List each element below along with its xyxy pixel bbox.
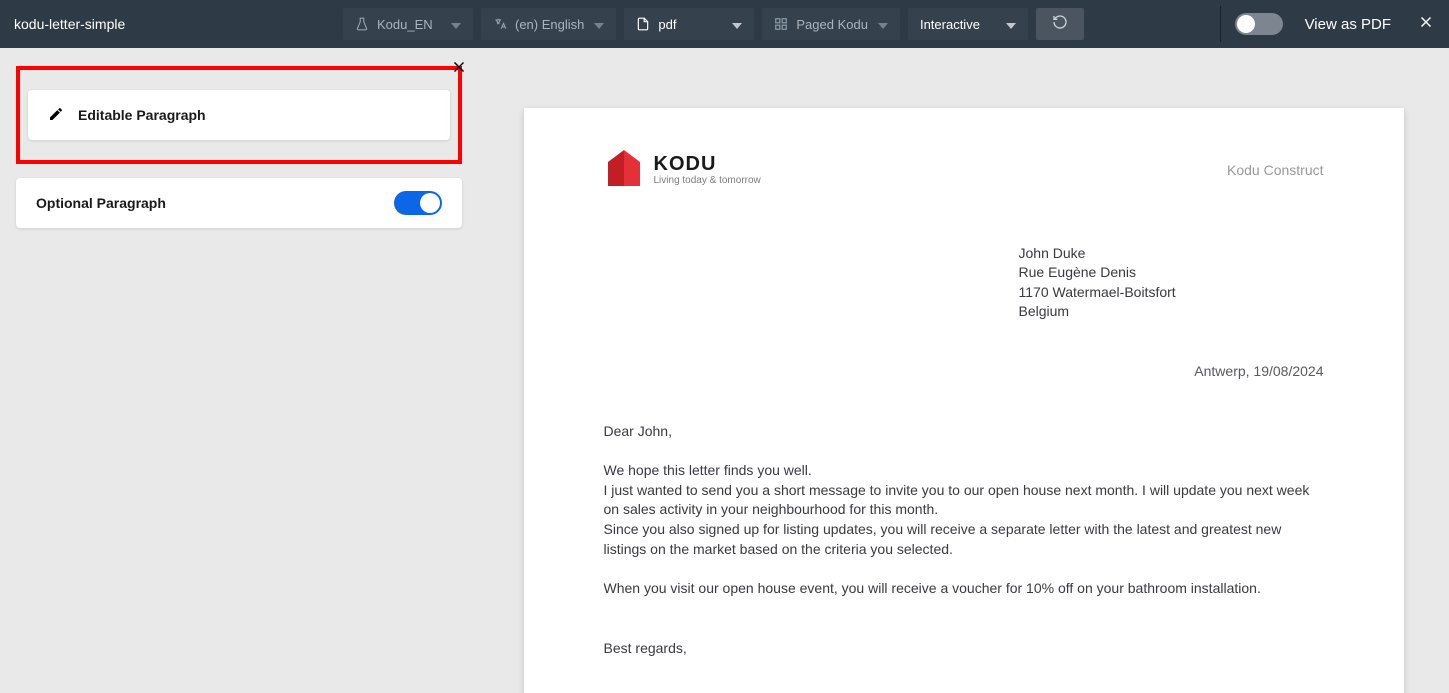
sidebar-panel: Editable Paragraph Optional Paragraph [0,48,478,693]
top-toolbar: kodu-letter-simple Kodu_EN (en) English [0,0,1449,48]
mode-dropdown[interactable]: Interactive [908,8,1028,40]
document-preview-area[interactable]: KODU Living today & tomorrow Kodu Constr… [478,48,1449,693]
profile-dropdown[interactable]: Kodu_EN [343,8,473,40]
flask-icon [355,17,369,31]
view-pdf-label: View as PDF [1305,16,1391,33]
close-icon [1417,13,1435,36]
recipient-name: John Duke [1019,244,1324,264]
chevron-down-icon [1006,17,1016,32]
p1-line3: Since you also signed up for listing upd… [604,520,1324,559]
logo-tagline: Living today & tomorrow [654,174,761,188]
layout-icon [774,17,788,31]
recipient-country: Belgium [1019,302,1324,322]
format-dropdown[interactable]: pdf [624,8,754,40]
view-pdf-toggle[interactable] [1235,13,1283,35]
language-dropdown-label: (en) English [515,17,584,32]
close-button[interactable] [1413,11,1439,37]
optional-paragraph-control: Optional Paragraph [16,178,462,228]
refresh-button[interactable] [1036,8,1084,40]
translate-icon [493,17,507,31]
document-title: kodu-letter-simple [10,16,335,32]
p1-line1: We hope this letter finds you well. [604,461,1324,481]
refresh-icon [1052,14,1068,35]
editable-paragraph-control[interactable]: Editable Paragraph [28,90,450,140]
p1-line2: I just wanted to send you a short messag… [604,481,1324,520]
recipient-city: 1170 Watermael-Boitsfort [1019,283,1324,303]
letter-date: Antwerp, 19/08/2024 [604,362,1324,382]
toolbar-divider [1220,6,1221,42]
layout-dropdown[interactable]: Paged Kodu [762,8,900,40]
optional-paragraph-toggle[interactable] [394,191,442,215]
letter-page: KODU Living today & tomorrow Kodu Constr… [524,108,1404,693]
chevron-down-icon [732,17,742,32]
optional-paragraph-label: Optional Paragraph [36,195,166,211]
file-icon [636,17,650,31]
letter-greeting: Dear John, [604,422,1324,442]
sidebar-close-button[interactable] [450,58,468,81]
editable-paragraph-label: Editable Paragraph [78,107,206,123]
recipient-address: John Duke Rue Eugène Denis 1170 Watermae… [1019,244,1324,322]
close-icon [450,63,468,80]
chevron-down-icon [878,17,888,32]
layout-dropdown-label: Paged Kodu [796,17,868,32]
language-dropdown[interactable]: (en) English [481,8,616,40]
house-icon [604,148,644,194]
logo-text: KODU [654,154,761,174]
letter-paragraph-2: When you visit our open house event, you… [604,579,1324,599]
chevron-down-icon [451,17,461,32]
recipient-street: Rue Eugène Denis [1019,263,1324,283]
profile-dropdown-label: Kodu_EN [377,17,433,32]
company-logo: KODU Living today & tomorrow [604,148,761,194]
letter-paragraph-1: We hope this letter finds you well. I ju… [604,461,1324,559]
mode-dropdown-label: Interactive [920,17,980,32]
chevron-down-icon [594,17,604,32]
letter-signoff: Best regards, [604,639,1324,659]
org-name: Kodu Construct [1227,161,1324,181]
format-dropdown-label: pdf [658,17,676,32]
highlighted-control: Editable Paragraph [16,66,462,164]
pencil-icon [48,106,64,125]
